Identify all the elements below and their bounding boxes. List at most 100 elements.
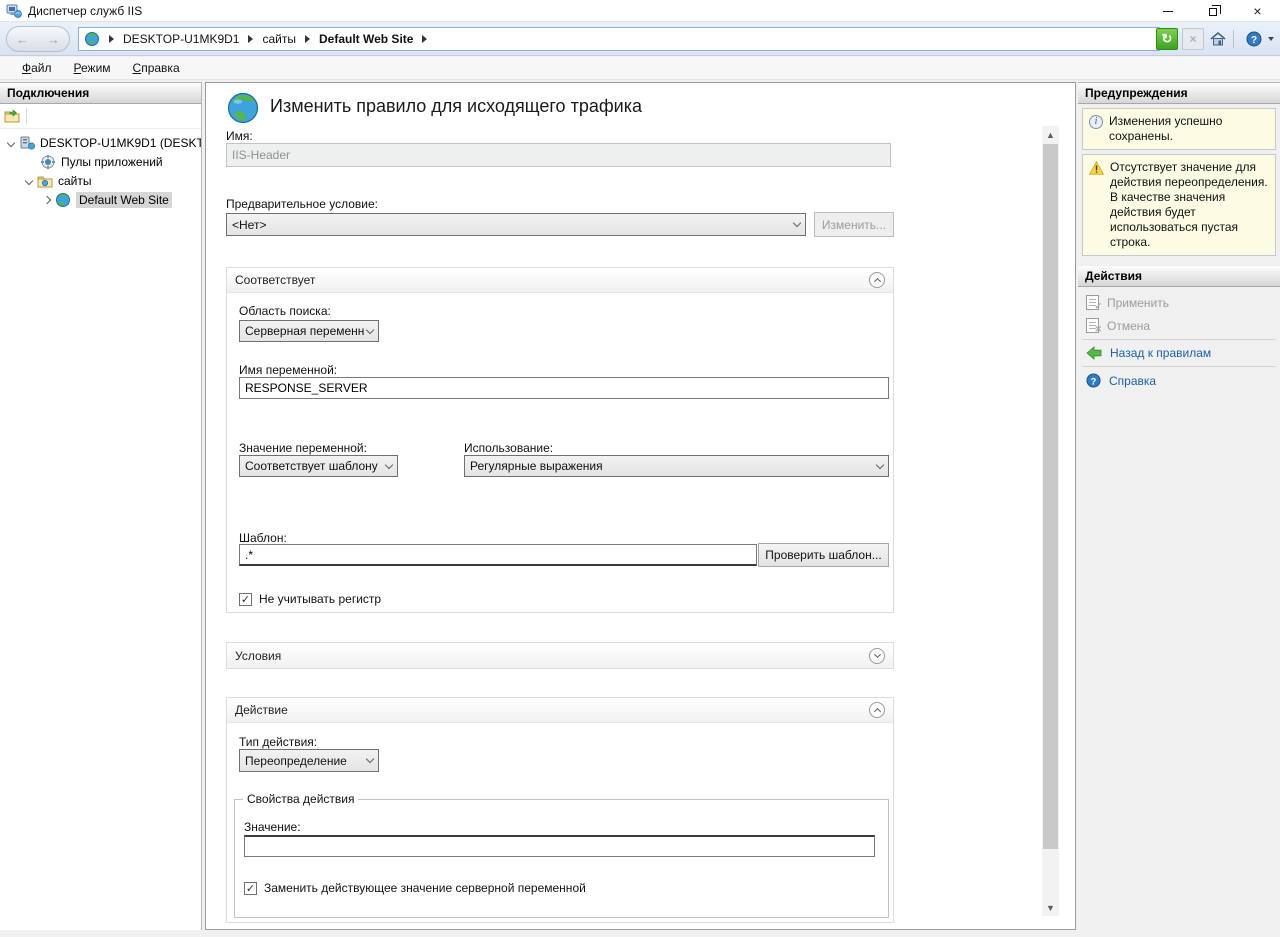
main-scrollbar[interactable]: ▲ ▼ — [1042, 126, 1059, 916]
action-type-select[interactable]: Переопределение — [239, 749, 379, 772]
action-properties-group: Свойства действия Значение: ✓ Заменить д… — [234, 799, 889, 918]
back-arrow-icon — [1086, 346, 1102, 360]
precondition-label: Предварительное условие: — [226, 197, 378, 211]
replace-value-checkbox[interactable]: ✓ — [244, 882, 257, 895]
back-button[interactable]: ← — [16, 33, 29, 46]
menu-file[interactable]: Файл — [12, 58, 62, 78]
apply-action: ✓ Применить — [1078, 291, 1280, 314]
ignore-case-row: ✓ Не учитывать регистр — [239, 592, 381, 606]
tree-node-app-pools[interactable]: Пулы приложений — [0, 152, 201, 171]
warning-icon — [1089, 161, 1104, 175]
edit-precondition-button: Изменить... — [814, 212, 894, 237]
app-pools-icon — [40, 154, 56, 170]
chevron-down-icon — [873, 651, 880, 658]
tree-node-label: DESKTOP-U1MK9D1 (DESKTOI — [40, 136, 201, 150]
help-icon: ? — [1086, 373, 1101, 388]
chevron-down-icon — [876, 460, 884, 468]
apply-icon: ✓ — [1086, 295, 1099, 310]
scope-select[interactable]: Серверная переменн — [239, 320, 379, 342]
action-section-header[interactable]: Действие — [227, 698, 893, 723]
info-icon: i — [1089, 115, 1103, 129]
breadcrumb-server[interactable]: DESKTOP-U1MK9D1 — [123, 32, 239, 46]
iis-manager-icon — [6, 4, 22, 18]
variable-value-label: Значение переменной: — [239, 441, 367, 455]
forward-button[interactable]: → — [47, 33, 60, 46]
breadcrumb-current-site[interactable]: Default Web Site — [319, 32, 413, 46]
chevron-down-icon — [793, 219, 801, 227]
cancel-icon: ✕ — [1086, 318, 1099, 333]
menu-help[interactable]: Справка — [123, 58, 190, 78]
alert-text: Отсутствует значение для действия переоп… — [1110, 160, 1269, 250]
restore-button[interactable] — [1190, 0, 1235, 22]
breadcrumb-sites[interactable]: сайты — [262, 32, 296, 46]
ignore-case-checkbox[interactable]: ✓ — [239, 593, 252, 606]
collapse-section-button[interactable] — [869, 272, 885, 288]
expander-expanded-icon[interactable] — [7, 138, 15, 146]
help-dropdown-icon[interactable] — [1268, 37, 1274, 41]
edit-outbound-rule-page: Изменить правило для исходящего трафика … — [205, 82, 1076, 930]
tree-node-label: сайты — [58, 174, 92, 188]
variable-name-input[interactable]: RESPONSE_SERVER — [239, 377, 889, 399]
collapse-section-button[interactable] — [869, 702, 885, 718]
connections-panel: Подключения DESKTOP-U1MK9D1 (DESKTOI — [0, 82, 202, 930]
tree-node-sites[interactable]: сайты — [0, 171, 201, 190]
scroll-down-button[interactable]: ▼ — [1042, 899, 1059, 916]
globe-icon — [84, 31, 100, 47]
variable-value-select[interactable]: Соответствует шаблону — [239, 455, 398, 477]
home-button[interactable] — [1210, 31, 1226, 47]
using-label: Использование: — [464, 441, 553, 455]
right-panel: Предупреждения i Изменения успешно сохра… — [1078, 82, 1280, 930]
expander-collapsed-icon[interactable] — [43, 195, 51, 203]
connections-header: Подключения — [0, 83, 201, 104]
svg-text:?: ? — [1091, 376, 1097, 386]
action-value-input[interactable] — [244, 835, 875, 857]
tree-node-server[interactable]: DESKTOP-U1MK9D1 (DESKTOI — [0, 133, 201, 152]
name-field: IIS-Header — [226, 143, 891, 167]
actions-header: Действия — [1078, 266, 1280, 287]
minimize-icon — [1163, 11, 1173, 12]
page-title: Изменить правило для исходящего трафика — [270, 96, 642, 117]
minimize-button[interactable] — [1145, 0, 1190, 22]
actions-separator — [1082, 339, 1276, 340]
precondition-select[interactable]: <Нет> — [226, 213, 806, 236]
menu-bar: Файл Режим Справка — [0, 57, 1280, 80]
pattern-input[interactable]: .* — [239, 544, 757, 566]
breadcrumb-separator — [422, 35, 427, 43]
refresh-icon: ↻ — [1162, 31, 1173, 47]
alert-info: i Изменения успешно сохранены. — [1082, 108, 1276, 150]
connections-tree: DESKTOP-U1MK9D1 (DESKTOI Пулы приложений… — [0, 129, 201, 209]
refresh-button[interactable]: ↻ — [1156, 28, 1178, 50]
close-button[interactable]: × — [1235, 0, 1280, 22]
chevron-down-icon — [366, 325, 374, 333]
save-connection-icon[interactable] — [4, 108, 20, 124]
scroll-up-button[interactable]: ▲ — [1042, 126, 1059, 143]
toolbar-separator — [26, 108, 27, 124]
help-action[interactable]: ? Справка — [1078, 369, 1280, 392]
match-section-header[interactable]: Соответствует — [227, 268, 893, 293]
restore-icon — [1209, 8, 1217, 16]
back-to-rules-action[interactable]: Назад к правилам — [1078, 342, 1280, 364]
tree-node-label: Пулы приложений — [61, 155, 163, 169]
nav-buttons: ← → — [6, 26, 70, 52]
expander-expanded-icon[interactable] — [25, 176, 33, 184]
using-select[interactable]: Регулярные выражения — [464, 455, 889, 477]
tree-node-default-web-site[interactable]: Default Web Site — [0, 190, 201, 209]
action-value-label: Значение: — [244, 820, 301, 834]
replace-value-label: Заменить действующее значение серверной … — [264, 881, 586, 895]
ignore-case-label: Не учитывать регистр — [259, 592, 381, 606]
scrollbar-thumb[interactable] — [1043, 144, 1058, 849]
tree-node-label: Default Web Site — [76, 192, 172, 208]
conditions-section-header[interactable]: Условия — [227, 643, 893, 668]
help-button[interactable]: ? — [1246, 31, 1262, 47]
variable-name-label: Имя переменной: — [239, 363, 337, 377]
server-icon — [19, 135, 35, 151]
test-pattern-button[interactable]: Проверить шаблон... — [758, 543, 889, 567]
expand-section-button[interactable] — [869, 648, 885, 664]
close-icon: × — [1253, 4, 1261, 18]
chevron-down-icon — [385, 460, 393, 468]
cancel-action: ✕ Отмена — [1078, 314, 1280, 337]
breadcrumb[interactable]: DESKTOP-U1MK9D1 сайты Default Web Site — [78, 27, 1160, 51]
chevron-down-icon — [366, 755, 374, 763]
menu-view[interactable]: Режим — [64, 58, 121, 78]
connections-toolbar — [0, 104, 201, 129]
